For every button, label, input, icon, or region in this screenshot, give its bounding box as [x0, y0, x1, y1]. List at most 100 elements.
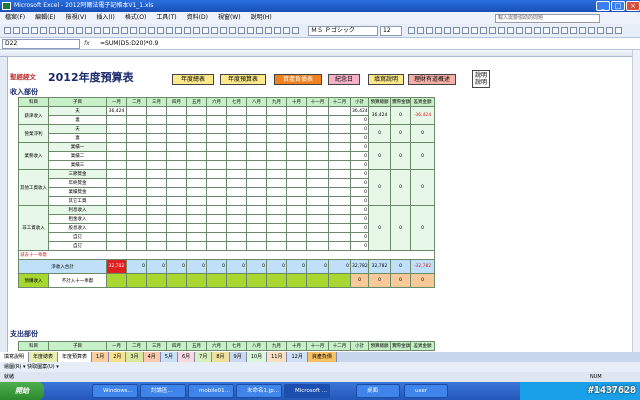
taskbar-item-1[interactable]: 討論區... — [140, 384, 186, 398]
taskbar-item-3[interactable]: 未命名1.jp... — [236, 384, 282, 398]
net-month-cell[interactable]: 0 — [286, 259, 307, 274]
sheet-tab-1[interactable]: 年度總表 — [29, 352, 59, 362]
maximize-button[interactable]: □ — [611, 1, 625, 11]
month-cell[interactable] — [186, 214, 207, 224]
sheet-tab-8[interactable]: 6月 — [177, 352, 196, 362]
toolbar-icon-26[interactable] — [238, 27, 245, 34]
subcategory-cell[interactable]: 業績獎金 — [48, 187, 107, 197]
month-cell[interactable] — [126, 214, 147, 224]
month-cell[interactable] — [306, 151, 329, 161]
header-cell[interactable]: 四月 — [166, 341, 187, 351]
month-cell[interactable] — [328, 178, 351, 188]
header-cell[interactable]: 二月 — [126, 97, 147, 107]
month-cell[interactable] — [106, 232, 127, 242]
prepaid-month-cell[interactable] — [226, 273, 247, 288]
actual-cell[interactable]: 0 — [390, 142, 411, 170]
subtotal-cell[interactable]: 0 — [350, 214, 369, 224]
month-cell[interactable] — [306, 214, 329, 224]
month-cell[interactable] — [226, 133, 247, 143]
month-cell[interactable] — [286, 187, 307, 197]
close-button[interactable]: × — [626, 1, 640, 11]
month-cell[interactable] — [106, 160, 127, 170]
month-cell[interactable] — [166, 124, 187, 134]
month-cell[interactable] — [328, 151, 351, 161]
month-cell[interactable] — [266, 214, 287, 224]
month-cell[interactable] — [246, 178, 267, 188]
month-cell[interactable] — [286, 205, 307, 215]
header-cell[interactable]: 六月 — [206, 97, 227, 107]
month-cell[interactable] — [306, 160, 329, 170]
month-cell[interactable] — [306, 178, 329, 188]
month-cell[interactable] — [146, 241, 167, 251]
header-cell[interactable]: 七月 — [226, 341, 247, 351]
month-cell[interactable] — [106, 124, 127, 134]
actual-cell[interactable]: 0 — [390, 124, 411, 143]
month-cell[interactable] — [286, 169, 307, 179]
header-cell[interactable]: 子目 — [48, 97, 107, 107]
sheet-tab-11[interactable]: 9月 — [229, 352, 247, 362]
subcategory-cell[interactable]: 夫 — [48, 124, 107, 134]
header-cell[interactable]: 三月 — [146, 97, 167, 107]
header-cell[interactable]: 九月 — [266, 97, 287, 107]
menu-item-1[interactable]: 編輯(E) — [30, 12, 60, 24]
month-cell[interactable] — [226, 178, 247, 188]
sheet-tab-10[interactable]: 8月 — [212, 352, 230, 362]
month-cell[interactable] — [286, 178, 307, 188]
sheet-tab-4[interactable]: 2月 — [109, 352, 127, 362]
month-cell[interactable] — [186, 160, 207, 170]
toolbar-icon-9[interactable] — [85, 27, 92, 34]
month-cell[interactable] — [306, 205, 329, 215]
month-cell[interactable] — [226, 223, 247, 233]
toolbar-icon-22[interactable] — [202, 27, 209, 34]
month-cell[interactable] — [226, 160, 247, 170]
toolbar-icon-4[interactable] — [40, 27, 47, 34]
month-cell[interactable] — [166, 178, 187, 188]
menu-item-6[interactable]: 資料(D) — [182, 12, 213, 24]
month-cell[interactable] — [126, 115, 147, 125]
month-cell[interactable] — [286, 142, 307, 152]
subcategory-cell[interactable]: 自訂 — [48, 241, 107, 251]
month-cell[interactable] — [186, 196, 207, 206]
month-cell[interactable] — [206, 106, 227, 116]
header-cell[interactable]: 差異金額 — [410, 341, 435, 351]
month-cell[interactable] — [126, 241, 147, 251]
toolbar-icon-17[interactable] — [157, 27, 164, 34]
month-cell[interactable] — [266, 196, 287, 206]
month-cell[interactable] — [186, 124, 207, 134]
subtotal-cell[interactable]: 36,424 — [350, 106, 369, 116]
toolbar-icon-29[interactable] — [265, 27, 272, 34]
month-cell[interactable] — [146, 124, 167, 134]
prepaid-month-cell[interactable] — [306, 273, 329, 288]
month-cell[interactable] — [328, 223, 351, 233]
menu-item-0[interactable]: 檔案(F) — [0, 12, 30, 24]
month-cell[interactable] — [306, 232, 329, 242]
month-cell[interactable] — [246, 196, 267, 206]
month-cell[interactable] — [226, 187, 247, 197]
subtotal-cell[interactable]: 0 — [350, 205, 369, 215]
month-cell[interactable] — [206, 142, 227, 152]
month-cell[interactable] — [266, 151, 287, 161]
toolbar-icon-16[interactable] — [148, 27, 155, 34]
month-cell[interactable] — [286, 241, 307, 251]
month-cell[interactable] — [266, 106, 287, 116]
month-cell[interactable] — [306, 133, 329, 143]
month-cell[interactable] — [206, 133, 227, 143]
month-cell[interactable] — [266, 115, 287, 125]
net-month-cell[interactable]: 0 — [328, 259, 351, 274]
month-cell[interactable] — [106, 115, 127, 125]
header-cell[interactable]: 三月 — [146, 341, 167, 351]
month-cell[interactable] — [328, 241, 351, 251]
month-cell[interactable] — [266, 142, 287, 152]
format-icon-2[interactable] — [426, 27, 433, 34]
prepaid-month-cell[interactable] — [186, 273, 207, 288]
month-cell[interactable] — [166, 160, 187, 170]
month-cell[interactable] — [328, 160, 351, 170]
prepaid-month-cell[interactable] — [106, 273, 127, 288]
net-month-cell[interactable]: 0 — [306, 259, 329, 274]
net-month-cell[interactable]: 0 — [206, 259, 227, 274]
taskbar-item-2[interactable]: mobile01... — [188, 384, 234, 398]
month-cell[interactable] — [106, 196, 127, 206]
month-cell[interactable] — [306, 106, 329, 116]
diff-cell[interactable]: 0 — [410, 124, 435, 143]
month-cell[interactable] — [206, 196, 227, 206]
